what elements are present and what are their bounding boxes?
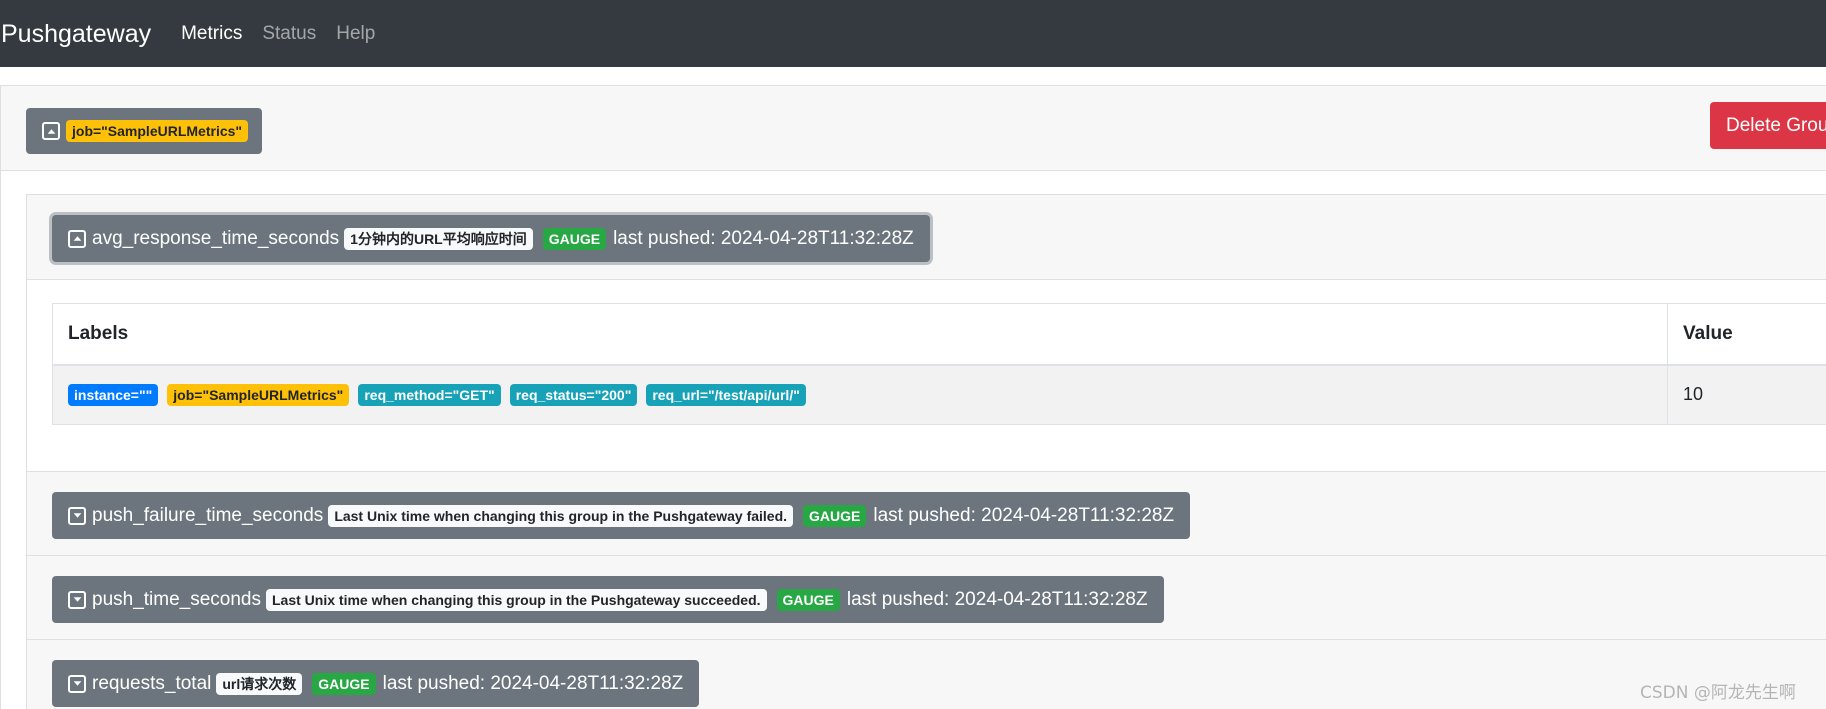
metric-header: push_failure_time_seconds Last Unix time…: [27, 472, 1826, 556]
metric-name: avg_response_time_seconds: [92, 227, 340, 249]
metric-help-badge: url请求次数: [216, 672, 303, 695]
metric-header: avg_response_time_seconds 1分钟内的URL平均响应时间…: [27, 195, 1826, 280]
label-badge-req-url: req_url="/test/api/url/": [646, 383, 806, 406]
group-header: job="SampleURLMetrics" Delete Group: [1, 86, 1826, 171]
nav-status[interactable]: Status: [262, 23, 316, 45]
metric-toggle-button[interactable]: push_failure_time_seconds Last Unix time…: [52, 492, 1191, 539]
metric-help-badge: Last Unix time when changing this group …: [266, 588, 767, 611]
group-card: job="SampleURLMetrics" Delete Group avg_…: [0, 85, 1826, 709]
expand-icon: [68, 590, 86, 609]
label-badge-req-method: req_method="GET": [358, 383, 501, 406]
metric-toggle-button[interactable]: requests_total url请求次数 GAUGE last pushed…: [52, 660, 700, 707]
metric-type-badge: GAUGE: [542, 227, 607, 250]
metric-type-badge: GAUGE: [312, 672, 376, 695]
metric-header: push_time_seconds Last Unix time when ch…: [27, 556, 1826, 640]
label-badge-instance: instance="": [68, 383, 159, 406]
labels-column-header: Labels: [52, 303, 1668, 366]
metrics-list: avg_response_time_seconds 1分钟内的URL平均响应时间…: [26, 194, 1826, 709]
metric-name: requests_total: [92, 672, 212, 694]
metric-help-badge: Last Unix time when changing this group …: [328, 504, 794, 527]
metric-header: requests_total url请求次数 GAUGE last pushed…: [27, 640, 1826, 709]
value-column-header: Value: [1667, 303, 1826, 366]
metric-type-badge: GAUGE: [803, 504, 867, 527]
metric-name: push_time_seconds: [92, 588, 261, 610]
delete-group-button[interactable]: Delete Group: [1710, 102, 1826, 149]
expand-icon: [68, 506, 86, 525]
table-row: instance="" job="SampleURLMetrics" req_m…: [52, 364, 1826, 425]
labels-cell: instance="" job="SampleURLMetrics" req_m…: [52, 364, 1668, 425]
label-badge-job: job="SampleURLMetrics": [167, 383, 350, 406]
metric-table: Labels Value instance="" job="SampleURLM…: [52, 303, 1826, 425]
metric-help-badge: 1分钟内的URL平均响应时间: [344, 227, 533, 250]
last-pushed-text: last pushed: 2024-04-28T11:32:28Z: [846, 588, 1148, 610]
last-pushed-text: last pushed: 2024-04-28T11:32:28Z: [873, 504, 1175, 526]
metric-toggle-button[interactable]: avg_response_time_seconds 1分钟内的URL平均响应时间…: [52, 215, 930, 262]
metric-name: push_failure_time_seconds: [92, 504, 324, 526]
metric-body: Labels Value instance="" job="SampleURLM…: [27, 280, 1826, 472]
group-job-badge: job="SampleURLMetrics": [66, 120, 249, 142]
nav-metrics[interactable]: Metrics: [181, 23, 242, 45]
label-badge-req-status: req_status="200": [509, 383, 638, 406]
metric-type-badge: GAUGE: [776, 588, 840, 611]
collapse-icon: [68, 229, 86, 248]
group-toggle-button[interactable]: job="SampleURLMetrics": [26, 108, 263, 154]
expand-icon: [68, 674, 86, 693]
collapse-icon: [42, 122, 60, 140]
last-pushed-text: last pushed: 2024-04-28T11:32:28Z: [613, 227, 914, 249]
watermark: CSDN @阿龙先生啊: [1640, 683, 1796, 703]
value-cell: 10: [1667, 364, 1826, 425]
brand-link[interactable]: Pushgateway: [0, 20, 151, 49]
last-pushed-text: last pushed: 2024-04-28T11:32:28Z: [382, 672, 684, 694]
metric-toggle-button[interactable]: push_time_seconds Last Unix time when ch…: [52, 576, 1164, 623]
navbar: Pushgateway Metrics Status Help: [0, 0, 1826, 67]
nav-help[interactable]: Help: [336, 23, 375, 45]
